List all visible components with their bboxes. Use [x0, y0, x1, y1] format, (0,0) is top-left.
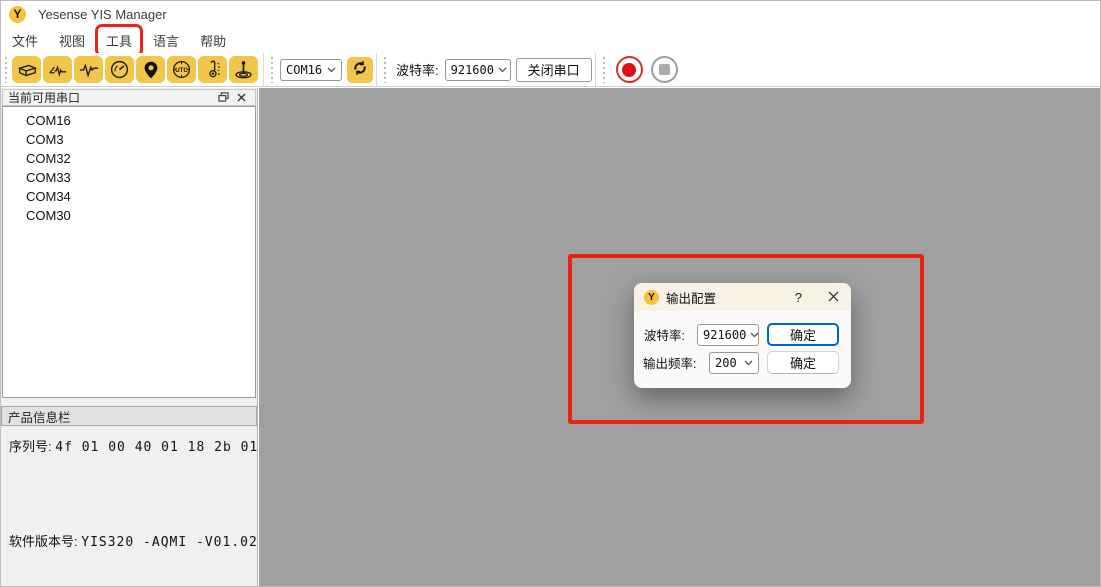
menu-file[interactable]: 文件 [5, 28, 45, 53]
close-icon [237, 90, 246, 105]
attitude-wave-button[interactable] [43, 56, 72, 83]
menu-view[interactable]: 视图 [52, 28, 92, 53]
magnetic-probe-icon [233, 59, 254, 80]
dialog-output-rate-label: 输出频率: [643, 353, 696, 372]
baud-rate-select[interactable]: 921600 [445, 59, 511, 81]
list-item-port[interactable]: COM3 [3, 130, 255, 149]
left-panel: 当前可用串口 COM16 COM3 COM32 COM33 COM34 COM3… [1, 88, 258, 586]
stop-button[interactable] [651, 56, 678, 83]
toolbar-grip[interactable] [383, 57, 387, 83]
menubar: 文件 视图 工具 语言 帮助 [1, 27, 1100, 53]
firmware-version-line: 软件版本号: YIS320 -AQMI -V01.02.03; [9, 531, 293, 550]
list-item-port[interactable]: COM30 [3, 206, 255, 225]
gauge-icon [109, 59, 130, 80]
float-icon [218, 90, 229, 105]
toolbar-separator [595, 53, 596, 86]
app-logo-icon: Y [9, 6, 26, 23]
chevron-down-icon [327, 67, 336, 73]
serial-number-line: 序列号: 4f 01 00 40 01 18 2b 01 [9, 436, 258, 455]
temperature-icon [203, 59, 223, 80]
utc-clock-icon: UTC [171, 59, 192, 80]
dialog-title: 输出配置 [666, 288, 795, 307]
record-icon [622, 63, 636, 77]
list-item-port[interactable]: COM33 [3, 168, 255, 187]
signal-wave-icon [78, 60, 100, 80]
record-button[interactable] [616, 56, 643, 83]
location-pin-icon [142, 60, 160, 80]
toolbar-separator [263, 53, 264, 86]
titlebar: Y Yesense YIS Manager [1, 1, 1100, 27]
serial-port-list: COM16 COM3 COM32 COM33 COM34 COM30 [2, 106, 256, 398]
panel-close-button[interactable] [232, 91, 250, 105]
menu-help[interactable]: 帮助 [193, 28, 233, 53]
list-item-port[interactable]: COM16 [3, 111, 255, 130]
gauge-button[interactable] [105, 56, 134, 83]
dialog-close-button[interactable] [828, 290, 839, 305]
dialog-baud-ok-button[interactable]: 确定 [767, 323, 839, 346]
toolbar-separator [376, 53, 377, 86]
close-serial-port-button[interactable]: 关闭串口 [516, 58, 592, 82]
window-title: Yesense YIS Manager [38, 7, 167, 22]
menu-language[interactable]: 语言 [146, 28, 186, 53]
chevron-down-icon [744, 360, 753, 366]
svg-text:UTC: UTC [175, 67, 188, 74]
menu-tools[interactable]: 工具 [99, 28, 139, 53]
magnetic-probe-button[interactable] [229, 56, 258, 83]
toolbar-grip[interactable] [270, 57, 274, 83]
temperature-button[interactable] [198, 56, 227, 83]
product-info-panel-title: 产品信息栏 [8, 407, 71, 426]
dialog-app-icon: Y [644, 290, 659, 305]
chevron-down-icon [750, 332, 759, 338]
baud-rate-label: 波特率: [396, 60, 439, 79]
chevron-down-icon [498, 67, 507, 73]
cube-3d-button[interactable] [12, 56, 41, 83]
output-config-dialog: Y 输出配置 ? 波特率: 921600 确定 输出频率: 200 确定 [634, 283, 851, 388]
dialog-baud-label: 波特率: [644, 325, 685, 344]
list-item-port[interactable]: COM34 [3, 187, 255, 206]
toolbar-grip[interactable] [602, 57, 606, 83]
dialog-output-rate-value: 200 [715, 356, 737, 370]
stop-icon [659, 64, 670, 75]
panel-float-button[interactable] [214, 91, 232, 105]
port-select[interactable]: COM16 [280, 59, 342, 81]
firmware-version-label: 软件版本号: [9, 534, 78, 549]
dialog-baud-select[interactable]: 921600 [697, 324, 759, 346]
product-info-panel-header: 产品信息栏 [1, 406, 257, 426]
refresh-ports-button[interactable] [347, 57, 373, 83]
signal-wave-button[interactable] [74, 56, 103, 83]
app-window: Y Yesense YIS Manager 文件 视图 工具 语言 帮助 UTC [0, 0, 1101, 587]
location-button[interactable] [136, 56, 165, 83]
utc-clock-button[interactable]: UTC [167, 56, 196, 83]
attitude-wave-icon [47, 60, 69, 80]
serial-number-label: 序列号: [9, 439, 52, 454]
cube-3d-icon [16, 60, 38, 80]
serial-ports-panel-title: 当前可用串口 [8, 89, 214, 106]
serial-number-value: 4f 01 00 40 01 18 2b 01 [55, 440, 258, 455]
dialog-rate-ok-button[interactable]: 确定 [767, 351, 839, 374]
refresh-icon [351, 59, 369, 80]
toolbar-grip[interactable] [4, 57, 8, 83]
dialog-help-button[interactable]: ? [795, 290, 802, 305]
list-item-port[interactable]: COM32 [3, 149, 255, 168]
toolbar: UTC COM16 波特率: 921600 关闭串口 [1, 53, 1100, 87]
close-icon [828, 290, 839, 305]
dialog-baud-value: 921600 [703, 328, 746, 342]
dialog-titlebar[interactable]: Y 输出配置 ? [634, 283, 851, 311]
baud-rate-value: 921600 [451, 63, 494, 77]
serial-ports-panel-header: 当前可用串口 [2, 89, 256, 106]
port-select-value: COM16 [286, 63, 322, 77]
dialog-output-rate-select[interactable]: 200 [709, 352, 759, 374]
